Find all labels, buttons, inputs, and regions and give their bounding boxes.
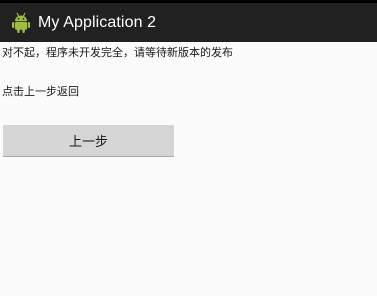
android-robot-icon [10, 12, 32, 34]
main-content: 对不起，程序未开发完全，请等待新版本的发布 点击上一步返回 上一步 [0, 42, 377, 296]
hint-text: 点击上一步返回 [2, 85, 79, 98]
app-title: My Application 2 [38, 13, 157, 31]
back-button[interactable]: 上一步 [3, 125, 174, 157]
action-bar: My Application 2 [0, 3, 377, 42]
message-text: 对不起，程序未开发完全，请等待新版本的发布 [2, 46, 233, 59]
